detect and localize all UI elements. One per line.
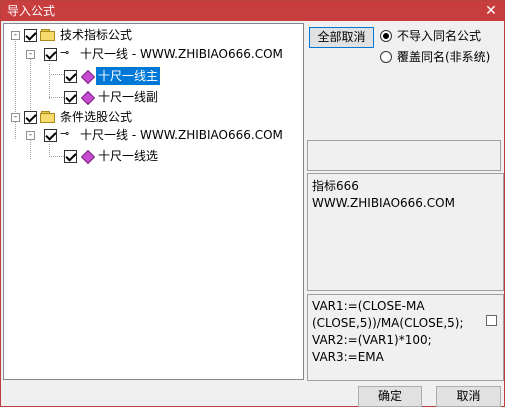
- radio-skip-duplicates[interactable]: [380, 30, 392, 42]
- checkbox-selection-group[interactable]: [44, 129, 57, 142]
- key-icon: ⊸: [60, 127, 70, 140]
- tree-node-formula-group[interactable]: - ⊸ 十尺一线 - WWW.ZHIBIAO666.COM: [4, 45, 302, 63]
- tree-label: 十尺一线 - WWW.ZHIBIAO666.COM: [80, 128, 283, 142]
- formula-code-panel: VAR1:=(CLOSE-MA (CLOSE,5))/MA(CLOSE,5); …: [307, 294, 504, 381]
- tree-label: 十尺一线选: [98, 149, 159, 163]
- checkbox-selection-formula[interactable]: [64, 150, 77, 163]
- radio-overwrite-duplicates[interactable]: [380, 51, 392, 63]
- tree-node-indicator-formulas[interactable]: - 技术指标公式: [4, 26, 294, 44]
- checkbox-stock-selection[interactable]: [24, 111, 37, 124]
- code-line3: VAR2:=(VAR1)*100;: [312, 333, 432, 347]
- key-icon: ⊸: [60, 46, 70, 59]
- window-title: 导入公式: [7, 4, 56, 18]
- tree-label: 技术指标公式: [60, 28, 133, 42]
- tree-label: 条件选股公式: [60, 110, 133, 124]
- tree-label: 十尺一线 - WWW.ZHIBIAO666.COM: [80, 47, 283, 61]
- code-panel-checkbox[interactable]: [486, 315, 497, 326]
- radio-skip-duplicates-label[interactable]: 不导入同名公式: [397, 29, 481, 43]
- formula-icon: [80, 90, 96, 106]
- tree-label-selected: 十尺一线主: [94, 66, 162, 86]
- tree-node-main-formula[interactable]: 十尺一线主: [4, 66, 204, 86]
- folder-icon: [40, 29, 56, 41]
- collapse-icon[interactable]: -: [11, 113, 20, 122]
- tree-label: 十尺一线副: [98, 90, 159, 104]
- checkbox-indicator-formulas[interactable]: [24, 29, 37, 42]
- ok-button[interactable]: 确定: [358, 386, 422, 407]
- checkbox-formula-group[interactable]: [44, 48, 57, 61]
- tree-node-selection-group[interactable]: - ⊸ 十尺一线 - WWW.ZHIBIAO666.COM: [4, 126, 302, 144]
- formula-icon: [80, 69, 96, 85]
- folder-icon: [40, 111, 56, 123]
- empty-panel: [307, 140, 501, 171]
- radio-overwrite-duplicates-label[interactable]: 覆盖同名(非系统): [397, 50, 490, 64]
- collapse-icon[interactable]: -: [26, 131, 35, 140]
- tree-node-selection-formula[interactable]: 十尺一线选: [4, 147, 204, 165]
- formula-info-panel: 指标666 WWW.ZHIBIAO666.COM: [307, 173, 504, 291]
- tree-node-sub-formula[interactable]: 十尺一线副: [4, 88, 204, 106]
- formula-info-line1: 指标666: [312, 179, 359, 193]
- code-line4: VAR3:=EMA: [312, 350, 384, 364]
- import-formula-dialog: 导入公式 ✕ - 技术指标公式 - ⊸ 十尺一线 - WWW.ZHIBIAO66…: [0, 0, 505, 407]
- checkbox-main-formula[interactable]: [64, 70, 77, 83]
- code-line1: VAR1:=(CLOSE-MA: [312, 299, 425, 313]
- formula-tree[interactable]: - 技术指标公式 - ⊸ 十尺一线 - WWW.ZHIBIAO666.COM 十…: [3, 23, 304, 380]
- checkbox-sub-formula[interactable]: [64, 91, 77, 104]
- tree-node-stock-selection-formulas[interactable]: - 条件选股公式: [4, 108, 294, 126]
- formula-icon: [80, 149, 96, 165]
- formula-info-line2: WWW.ZHIBIAO666.COM: [312, 196, 455, 210]
- code-line2: (CLOSE,5))/MA(CLOSE,5);: [312, 316, 464, 330]
- collapse-icon[interactable]: -: [26, 50, 35, 59]
- deselect-all-button[interactable]: 全部取消: [309, 27, 374, 48]
- close-icon[interactable]: ✕: [482, 2, 500, 20]
- cancel-button[interactable]: 取消: [436, 386, 501, 407]
- collapse-icon[interactable]: -: [11, 31, 20, 40]
- title-bar: 导入公式 ✕: [1, 1, 504, 21]
